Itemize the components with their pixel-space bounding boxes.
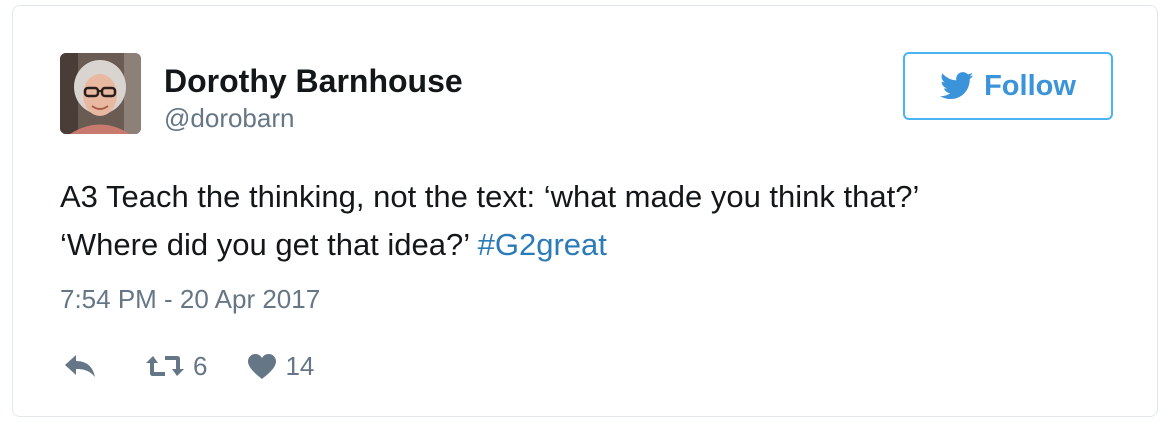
hashtag-link[interactable]: #G2great	[478, 227, 607, 262]
author-handle[interactable]: @dorobarn	[164, 102, 294, 134]
retweet-count: 6	[193, 350, 208, 381]
tweet-actions: 6 14	[63, 346, 314, 386]
follow-button[interactable]: Follow	[903, 52, 1113, 120]
retweet-button[interactable]: 6	[145, 351, 207, 382]
tweet-line-1: A3 Teach the thinking, not the text: ‘wh…	[60, 179, 920, 214]
avatar-photo	[60, 53, 141, 134]
tweet-timestamp[interactable]: 7:54 PM - 20 Apr 2017	[60, 282, 320, 316]
reply-button[interactable]	[63, 353, 97, 379]
like-count: 14	[285, 350, 315, 381]
heart-icon	[247, 353, 277, 380]
tweet-card: Dorothy Barnhouse @dorobarn Follow A3 Te…	[12, 5, 1158, 417]
author-name[interactable]: Dorothy Barnhouse	[164, 61, 463, 101]
twitter-bird-icon	[940, 72, 974, 100]
tweet-line-2-text: ‘Where did you get that idea?’	[60, 227, 478, 262]
tweet-text: A3 Teach the thinking, not the text: ‘wh…	[60, 173, 1120, 269]
reply-icon	[63, 353, 97, 379]
avatar[interactable]	[60, 53, 141, 134]
like-button[interactable]: 14	[247, 351, 314, 382]
follow-label: Follow	[984, 69, 1076, 102]
tweet-line-2: ‘Where did you get that idea?’ #G2great	[60, 221, 1120, 269]
retweet-icon	[145, 353, 185, 379]
